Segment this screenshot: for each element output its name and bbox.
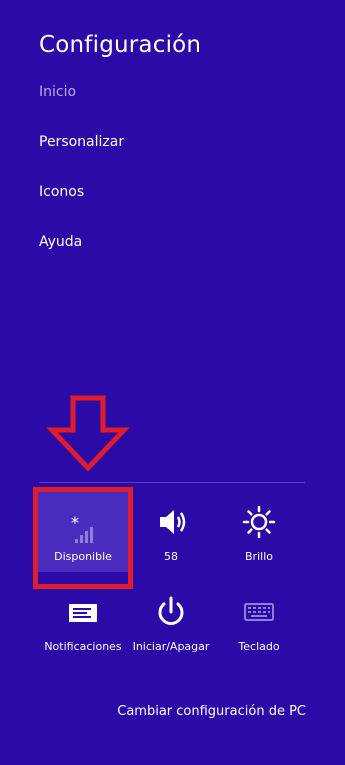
- keyboard-tile[interactable]: Teclado: [214, 592, 304, 672]
- panel-title: Configuración: [39, 32, 202, 58]
- menu-item-iconos[interactable]: Iconos: [39, 184, 84, 200]
- annotation-arrow-icon: [46, 395, 130, 472]
- divider: [39, 482, 305, 483]
- speaker-icon: [160, 510, 186, 534]
- power-label: Iniciar/Apagar: [132, 640, 210, 653]
- volume-label: 58: [164, 550, 178, 563]
- annotation-highlight-box: [33, 487, 133, 589]
- keyboard-label: Teclado: [238, 640, 280, 653]
- notifications-label: Notificaciones: [44, 640, 122, 653]
- brightness-label: Brillo: [245, 550, 273, 563]
- menu-item-personalizar[interactable]: Personalizar: [39, 134, 124, 150]
- menu-item-inicio[interactable]: Inicio: [39, 84, 76, 100]
- menu-item-ayuda[interactable]: Ayuda: [39, 234, 82, 250]
- volume-tile[interactable]: 58: [126, 502, 216, 582]
- keyboard-icon: [244, 603, 274, 621]
- brightness-tile[interactable]: Brillo: [214, 502, 304, 582]
- notifications-tile[interactable]: Notificaciones: [38, 592, 128, 672]
- brightness-icon: [242, 505, 276, 539]
- power-icon: [158, 596, 184, 625]
- change-pc-settings-link[interactable]: Cambiar configuración de PC: [117, 704, 306, 719]
- power-tile[interactable]: Iniciar/Apagar: [126, 592, 216, 672]
- notifications-icon: [69, 604, 97, 622]
